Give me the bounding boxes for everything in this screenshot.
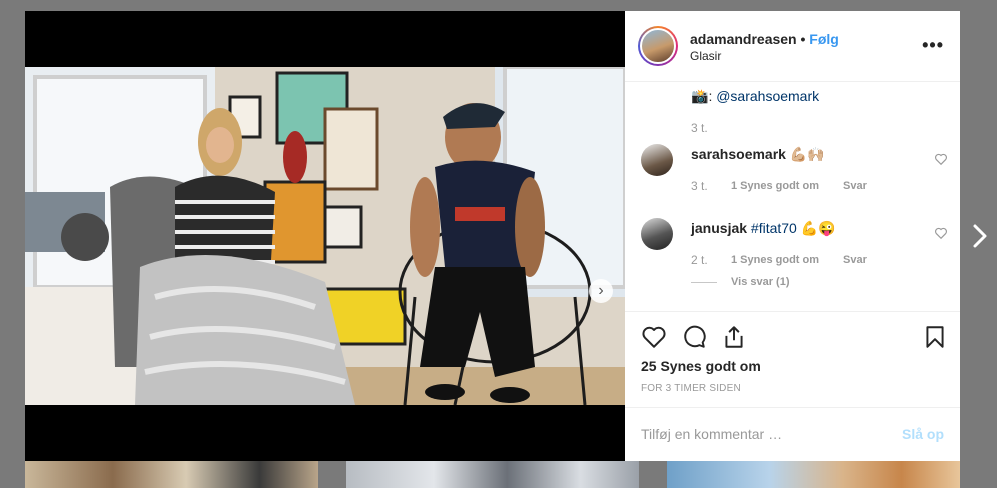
heart-icon[interactable] bbox=[641, 324, 667, 350]
photo-illustration bbox=[25, 67, 625, 405]
post-timestamp[interactable]: FOR 3 TIMER SIDEN bbox=[641, 383, 741, 394]
post-header: adamandreasen • Følg Glasir ••• bbox=[625, 11, 960, 82]
background-grid-thumbnail[interactable] bbox=[25, 460, 318, 488]
next-post-button[interactable] bbox=[970, 222, 990, 250]
caption-time[interactable]: 3 t. bbox=[691, 121, 708, 135]
follow-button[interactable]: Følg bbox=[809, 31, 839, 47]
post-comment-button[interactable]: Slå op bbox=[902, 426, 944, 442]
caption-mention-link[interactable]: @sarahsoemark bbox=[716, 88, 819, 104]
background-grid-thumbnail[interactable] bbox=[667, 460, 960, 488]
reply-divider bbox=[691, 282, 717, 283]
separator-dot: • bbox=[800, 31, 806, 47]
caption-text: 📸: @sarahsoemark bbox=[691, 88, 820, 104]
background-grid-thumbnail[interactable] bbox=[346, 460, 639, 488]
author-username[interactable]: adamandreasen bbox=[690, 31, 797, 47]
camera-emoji: 📸 bbox=[691, 88, 709, 104]
comment-likes-count[interactable]: 1 Synes godt om bbox=[731, 254, 819, 266]
add-comment-bar: Slå op bbox=[625, 407, 960, 461]
comment-like-heart-icon[interactable] bbox=[934, 226, 948, 240]
post-location[interactable]: Glasir bbox=[690, 49, 721, 63]
comment-avatar[interactable] bbox=[641, 218, 673, 250]
bookmark-icon[interactable] bbox=[922, 324, 948, 350]
comment-text: janusjak #fitat70 💪😜 bbox=[691, 220, 836, 236]
comment-reply-button[interactable]: Svar bbox=[843, 180, 867, 192]
comment-reply-button[interactable]: Svar bbox=[843, 254, 867, 266]
comment-avatar[interactable] bbox=[641, 144, 673, 176]
comment-username[interactable]: janusjak bbox=[691, 220, 747, 236]
author-line: adamandreasen • Følg bbox=[690, 31, 839, 47]
next-photo-button[interactable]: › bbox=[589, 279, 613, 303]
chevron-right-icon bbox=[973, 224, 987, 248]
post-media: › bbox=[25, 11, 625, 461]
comment-username[interactable]: sarahsoemark bbox=[691, 146, 786, 162]
author-avatar[interactable] bbox=[638, 26, 678, 66]
likes-count[interactable]: 25 Synes godt om bbox=[641, 358, 761, 374]
add-comment-input[interactable] bbox=[641, 424, 881, 444]
comment-text: sarahsoemark 💪🏼🙌🏼 bbox=[691, 146, 825, 162]
comment-like-heart-icon[interactable] bbox=[934, 152, 948, 166]
comment-time[interactable]: 2 t. bbox=[691, 253, 708, 267]
post-photo: › bbox=[25, 67, 625, 405]
more-options-icon[interactable]: ••• bbox=[922, 35, 944, 56]
post-side-panel: adamandreasen • Følg Glasir ••• 📸: @sara… bbox=[625, 11, 960, 461]
view-replies-button[interactable]: Vis svar (1) bbox=[731, 276, 790, 288]
share-icon[interactable] bbox=[721, 324, 747, 350]
chevron-right-icon: › bbox=[598, 282, 604, 299]
comment-likes-count[interactable]: 1 Synes godt om bbox=[731, 180, 819, 192]
comment-time[interactable]: 3 t. bbox=[691, 179, 708, 193]
post-actions: 25 Synes godt om FOR 3 TIMER SIDEN bbox=[625, 311, 960, 407]
comment-bubble-icon[interactable] bbox=[681, 324, 707, 350]
